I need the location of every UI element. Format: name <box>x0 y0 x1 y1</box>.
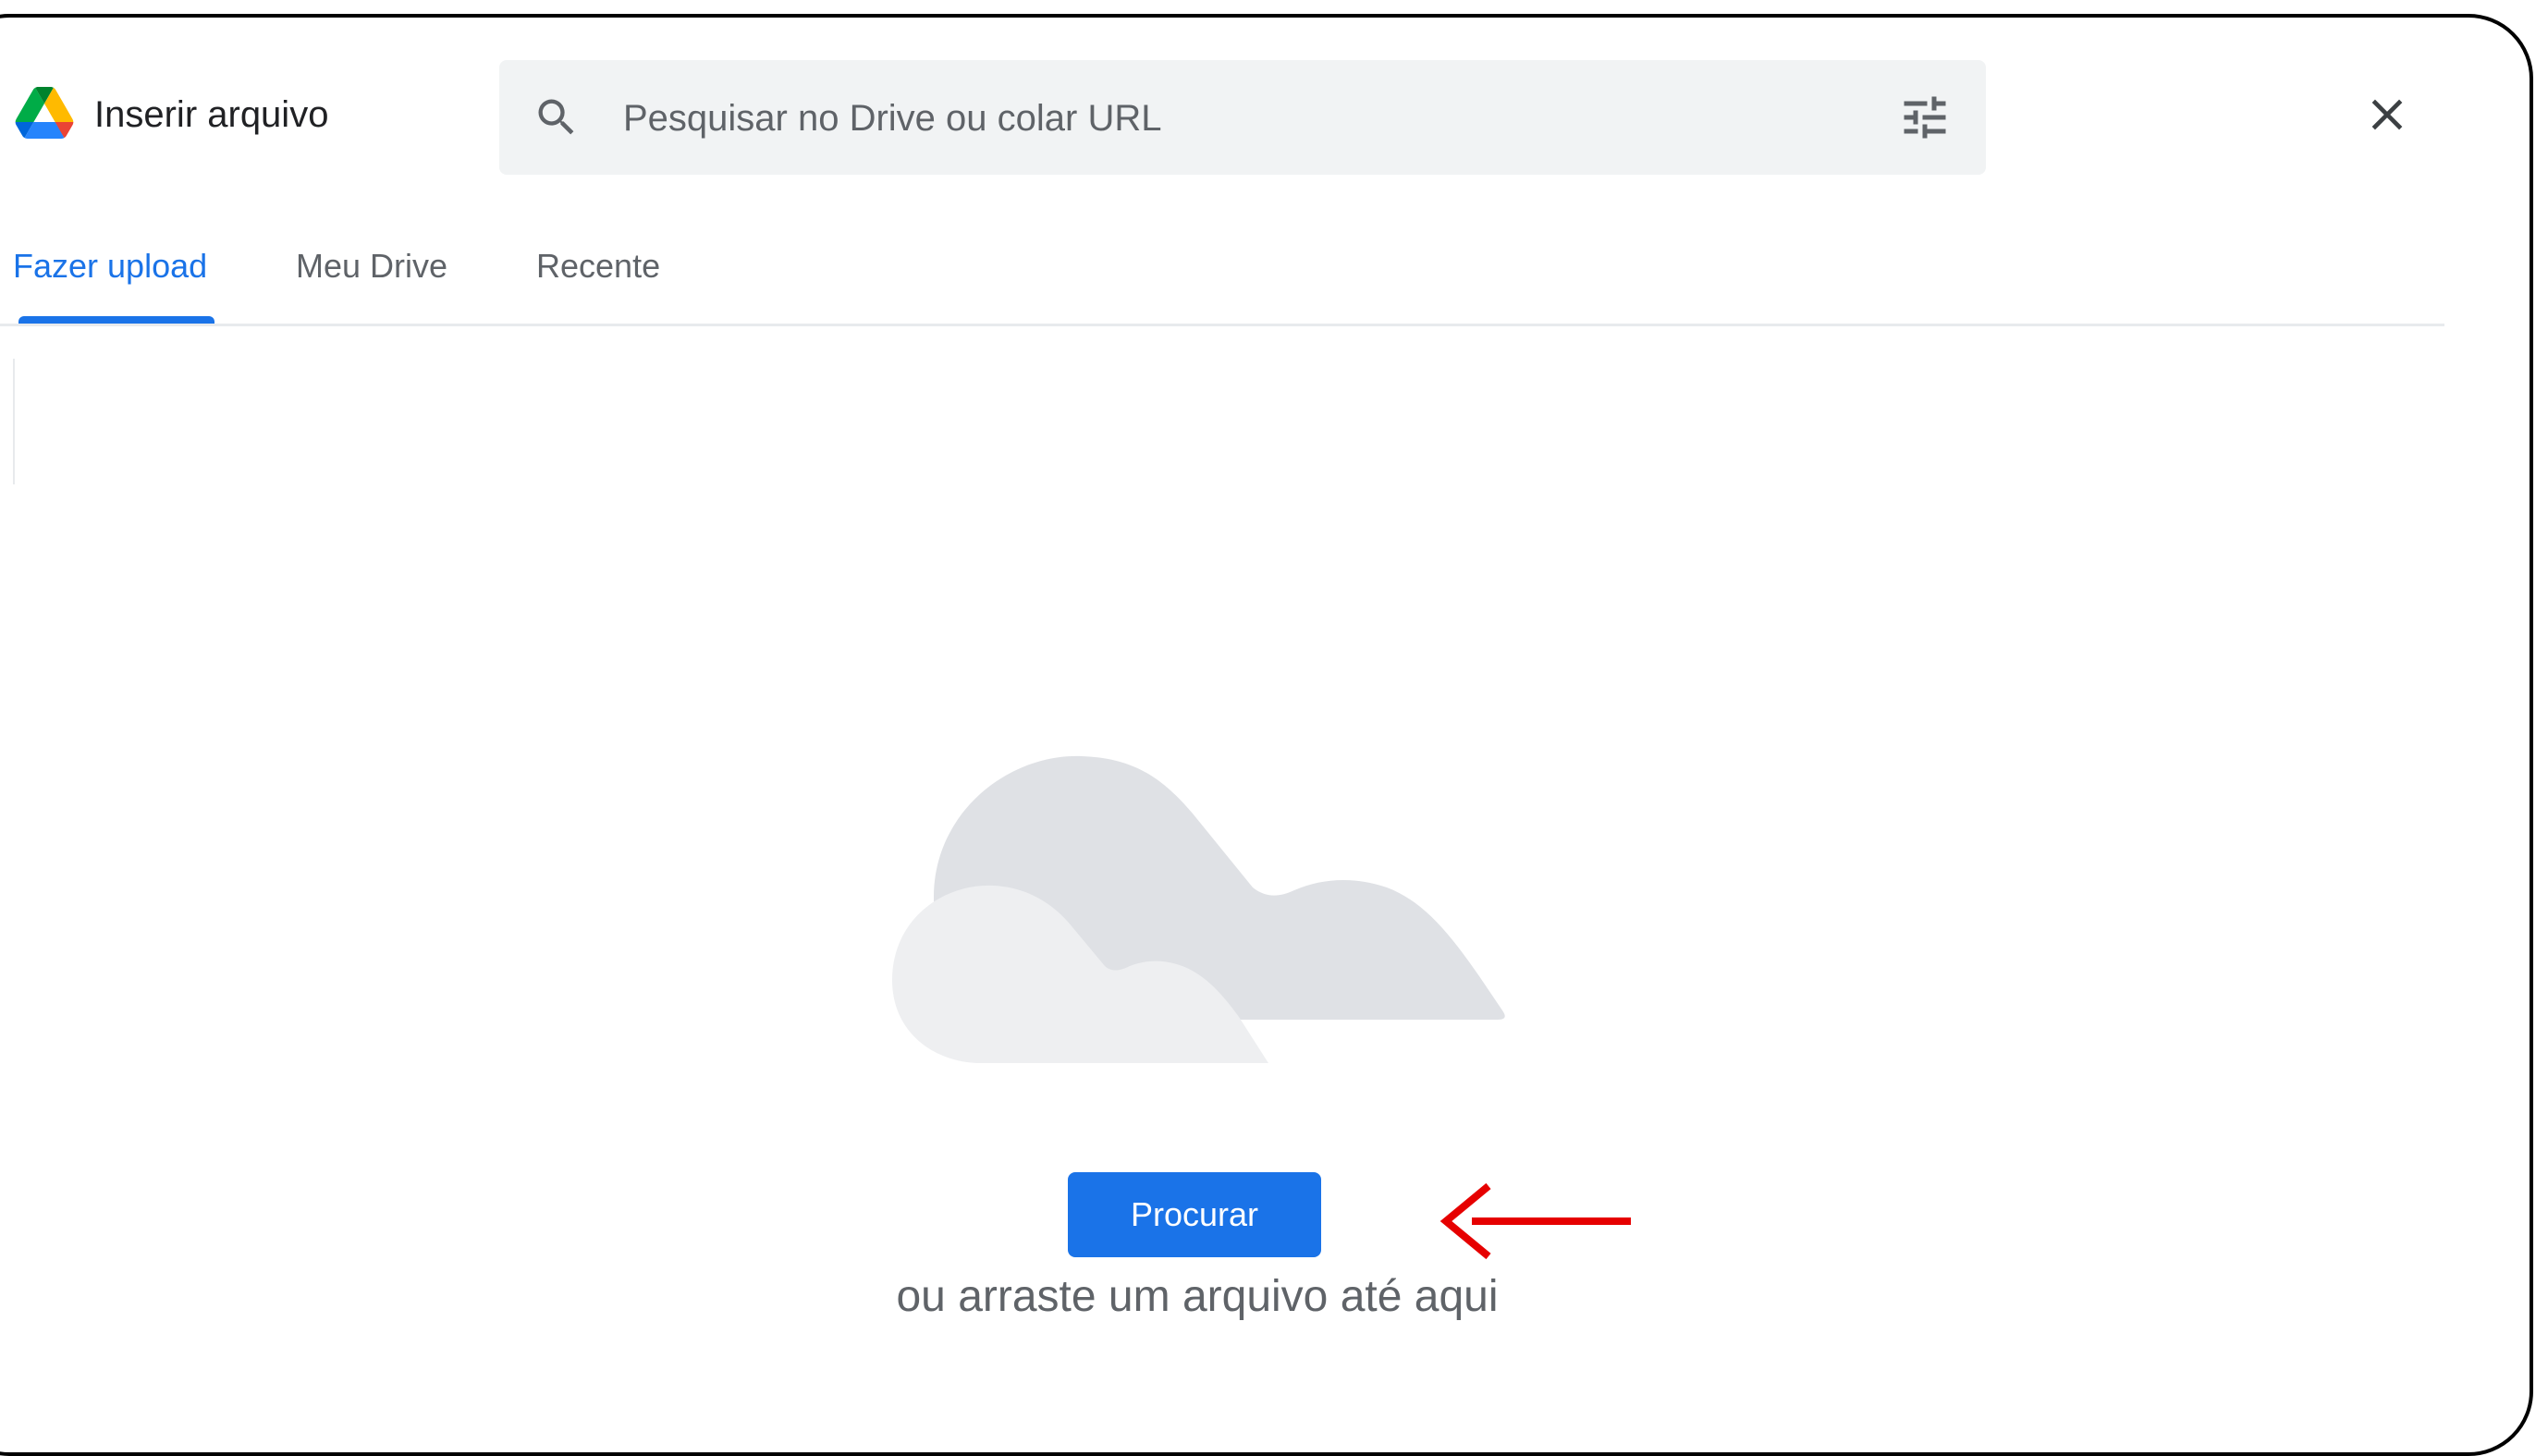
search-icon[interactable] <box>533 93 581 141</box>
dialog-title: Inserir arquivo <box>94 94 329 135</box>
browse-button[interactable]: Procurar <box>1068 1172 1321 1257</box>
search-bar[interactable] <box>499 60 1986 175</box>
tab-upload[interactable]: Fazer upload <box>13 246 207 287</box>
dialog-header: Inserir arquivo <box>0 0 2548 185</box>
close-icon[interactable] <box>2361 89 2413 141</box>
cloud-illustration <box>892 755 1505 1063</box>
google-drive-logo <box>15 87 74 139</box>
divider <box>13 359 15 484</box>
tabs-divider <box>0 324 2444 326</box>
search-input[interactable] <box>621 86 1827 151</box>
tab-recent[interactable]: Recente <box>536 246 660 287</box>
active-tab-indicator <box>18 316 214 324</box>
drop-hint: ou arraste um arquivo até aqui <box>896 1272 1499 1321</box>
tab-bar: Fazer upload Meu Drive Recente <box>0 231 2444 327</box>
tab-my-drive[interactable]: Meu Drive <box>296 246 447 287</box>
red-arrow-left-icon <box>1439 1182 1631 1260</box>
tune-icon[interactable] <box>1897 90 1953 145</box>
